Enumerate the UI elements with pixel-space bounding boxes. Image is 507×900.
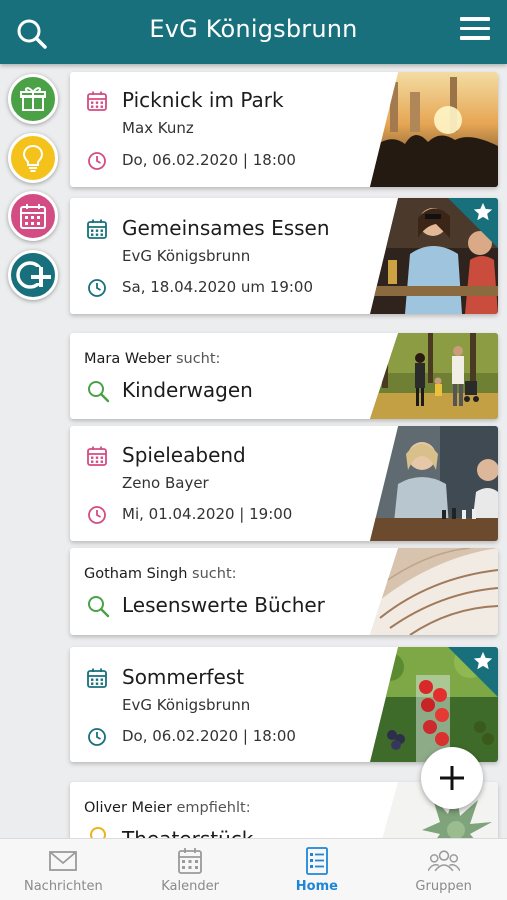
home-list-icon [305, 847, 328, 875]
nav-item-kalender[interactable]: Kalender [127, 839, 254, 900]
clock-icon [88, 152, 106, 170]
author-name: Oliver Meier [84, 800, 172, 816]
search-request-card[interactable]: Gotham Singh sucht: Lesenswerte Bücher [70, 548, 498, 635]
star-icon [473, 202, 493, 221]
event-date: Mi, 01.04.2020 | 19:00 [122, 505, 293, 523]
event-title: Spieleabend [122, 443, 246, 467]
search-request-title: Lesenswerte Bücher [122, 593, 325, 617]
calendar-icon [87, 219, 107, 239]
event-organizer: Zeno Bayer [122, 474, 209, 492]
event-card[interactable]: Sommerfest EvG Königsbrunn Do, 06.02.202… [70, 647, 498, 762]
search-request-title: Kinderwagen [122, 378, 253, 402]
bottom-navigation: Nachrichten Kalender Home Gruppen [0, 838, 507, 900]
author-name: Gotham Singh [84, 566, 188, 582]
nav-item-home[interactable]: Home [254, 839, 381, 900]
search-request-author: Mara Weber sucht: [84, 351, 220, 367]
search-request-card[interactable]: Mara Weber sucht: Kinderwagen [70, 333, 498, 419]
author-verb: sucht: [175, 351, 221, 367]
calendar-icon [87, 446, 107, 466]
rail-groups-button[interactable] [8, 250, 58, 300]
app-header: EvG Königsbrunn [0, 0, 507, 64]
clock-icon [88, 279, 106, 297]
calendar-icon [178, 848, 203, 874]
event-organizer: EvG Königsbrunn [122, 247, 251, 265]
event-date: Do, 06.02.2020 | 18:00 [122, 151, 296, 169]
rail-gift-button[interactable] [8, 74, 58, 124]
event-card[interactable]: Spieleabend Zeno Bayer Mi, 01.04.2020 | … [70, 426, 498, 541]
hamburger-menu-icon[interactable] [460, 17, 490, 41]
nav-label: Gruppen [415, 879, 472, 894]
search-icon [88, 381, 110, 403]
nav-label: Home [295, 879, 338, 894]
search-request-author: Gotham Singh sucht: [84, 566, 237, 582]
event-title: Gemeinsames Essen [122, 216, 330, 240]
plus-icon [440, 766, 464, 790]
event-title: Picknick im Park [122, 88, 284, 112]
star-icon [473, 651, 493, 670]
event-card[interactable]: Picknick im Park Max Kunz Do, 06.02.2020… [70, 72, 498, 187]
rail-calendar-button[interactable] [8, 191, 58, 241]
author-verb: empfiehlt: [176, 800, 251, 816]
group-plus-icon [16, 261, 51, 289]
author-name: Mara Weber [84, 351, 172, 367]
nav-label: Nachrichten [23, 879, 103, 894]
clock-icon [88, 728, 106, 746]
event-card[interactable]: Gemeinsames Essen EvG Königsbrunn Sa, 18… [70, 198, 498, 314]
clock-icon [88, 506, 106, 524]
gift-icon [20, 87, 46, 111]
lightbulb-icon [22, 144, 44, 172]
page-title: EvG Königsbrunn [149, 15, 358, 43]
nav-item-nachrichten[interactable]: Nachrichten [0, 839, 127, 900]
nav-item-gruppen[interactable]: Gruppen [380, 839, 507, 900]
calendar-icon [87, 668, 107, 688]
author-verb: sucht: [192, 566, 237, 582]
search-photo [370, 548, 498, 635]
event-title: Sommerfest [122, 665, 245, 689]
nav-label: Kalender [161, 879, 219, 894]
search-icon [88, 596, 110, 618]
event-date: Sa, 18.04.2020 um 19:00 [122, 278, 314, 296]
event-photo [370, 72, 498, 187]
event-photo [370, 426, 498, 541]
search-photo [370, 333, 498, 419]
rail-idea-button[interactable] [8, 133, 58, 183]
calendar-icon [20, 204, 46, 229]
event-organizer: EvG Königsbrunn [122, 696, 251, 714]
recommendation-author: Oliver Meier empfiehlt: [84, 800, 251, 816]
event-date: Do, 06.02.2020 | 18:00 [122, 727, 296, 745]
groups-icon [427, 850, 460, 872]
event-organizer: Max Kunz [122, 119, 194, 137]
calendar-icon [87, 91, 107, 111]
add-button[interactable] [421, 747, 483, 809]
mail-icon [49, 851, 78, 871]
